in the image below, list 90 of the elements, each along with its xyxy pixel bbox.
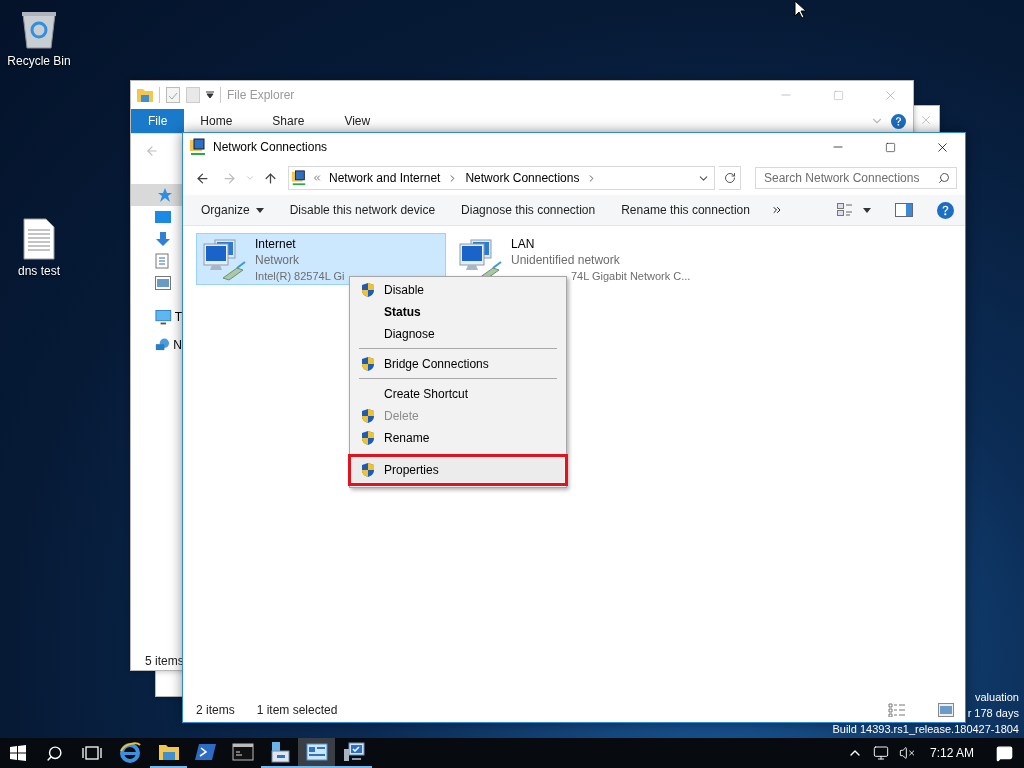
command-button[interactable]: Rename this connection [611,199,760,221]
notification-icon [995,744,1013,762]
network-folder-icon [189,138,207,156]
caret-icon [863,207,871,213]
status-text: 2 items [196,703,235,717]
clock[interactable]: 7:12 AM [919,738,984,768]
shield-icon [360,282,376,298]
adapter-name: Intel(R) 82574L Gi [255,269,345,284]
connection-name: LAN [511,236,536,252]
folder-icon[interactable] [137,88,153,102]
maximize-icon [832,89,844,101]
menu-item[interactable]: Create Shortcut [350,383,566,405]
command-button[interactable]: Disable this network device [279,199,446,221]
desktop-icon [155,210,171,224]
search-field[interactable]: Search Network Connections [755,167,957,189]
adapter-name: 74L Gigabit Network C... [571,269,691,284]
details-list-icon [888,703,906,717]
ribbon-tab[interactable]: Share [258,109,319,133]
connection-status: Unidentified network [511,252,621,268]
volume-muted-icon[interactable] [898,745,915,761]
sidebar-item[interactable] [131,184,182,206]
sidebar-item-label: N [173,338,182,352]
sidebar-item[interactable]: T [143,306,182,328]
text-file-icon[interactable] [22,218,56,260]
menu-item[interactable]: Status [350,301,566,323]
console-icon [231,743,254,761]
picture-icon [155,276,171,290]
double-chevron-icon [770,204,783,216]
powershell-icon [194,743,217,761]
refresh-button[interactable] [719,166,741,190]
forward-arrow-icon [222,170,237,186]
shield-icon [360,356,376,372]
help-icon [891,113,906,129]
windows-logo-icon [10,745,26,761]
view-list-icon [837,203,853,217]
menu-item[interactable]: Bridge Connections [350,353,566,375]
connection-tile[interactable]: Internet Network Intel(R) 82574L Gi [196,233,446,285]
shield-icon [360,462,376,478]
server-manager-icon [268,741,291,763]
connection-status: Network [255,252,300,268]
breadcrumb-item[interactable]: Network and Internet [327,171,443,185]
edition-text: r 178 days [967,706,1019,721]
picture-thumbnail-icon [938,703,954,717]
download-arrow-icon [155,231,171,247]
edition-text: valuation [974,690,1019,705]
ribbon-tab[interactable]: File [131,109,185,133]
folder-icon [157,743,180,761]
sidebar-item-label: T [174,310,182,324]
task-view-icon [81,746,102,760]
command-button[interactable]: Organize [191,199,274,221]
address-bar[interactable]: Network and Internet Network Connections [288,166,716,190]
shield-icon [360,430,376,446]
monitor-check-icon [342,741,365,763]
command-button[interactable]: Diagnose this connection [451,199,606,221]
window-title: File Explorer [227,88,295,102]
document-icon [155,253,169,269]
connection-name: Internet [255,236,297,252]
desktop-icon-label[interactable]: dns test [18,264,60,278]
caret-icon [255,207,264,213]
ribbon-tab[interactable]: Home [186,109,247,133]
taskbar-app-button[interactable] [298,738,335,768]
checked-document-icon[interactable] [166,87,180,103]
menu-item[interactable]: Diagnose [350,323,566,345]
star-icon [157,187,173,203]
network-status-icon[interactable] [872,745,889,761]
mouse-cursor-icon [794,0,806,19]
help-icon [937,201,954,219]
maximize-icon [884,141,896,153]
preview-pane-icon [895,203,913,217]
network-settings-icon [305,743,328,761]
search-icon [46,744,63,762]
network-globe-icon [155,337,171,353]
edition-text: Build 14393.rs1_release.180427-1804 [832,722,1019,737]
status-text: 1 item selected [256,703,338,717]
browser-icon [119,741,141,763]
window-title: Network Connections [213,140,328,154]
network-folder-icon [291,170,307,186]
close-icon [919,113,933,127]
dropdown-icon[interactable] [206,91,214,99]
overflow-chevron-icon[interactable] [312,173,322,183]
shield-icon [360,408,376,424]
menu-item[interactable]: Rename [350,427,566,449]
search-icon [938,172,950,184]
ribbon-tab[interactable]: View [330,109,385,133]
sidebar-item[interactable]: N [143,334,182,356]
refresh-icon [723,172,736,184]
monitor-icon [155,309,172,325]
chevron-down-icon [245,173,255,183]
breadcrumb-item[interactable]: Network Connections [463,171,582,185]
desktop-icon-label[interactable]: Recycle Bin [7,54,71,68]
